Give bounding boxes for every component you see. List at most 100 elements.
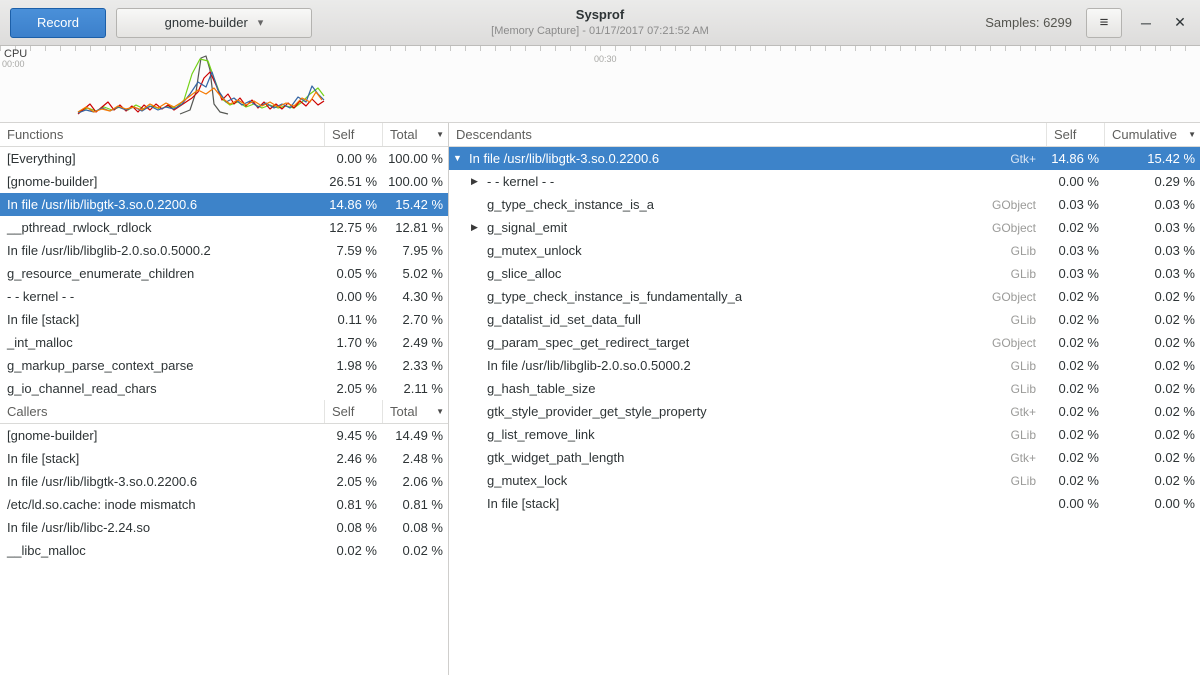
table-row[interactable]: g_resource_enumerate_children0.05 %5.02 … (0, 262, 448, 285)
tree-row[interactable]: ▶- - kernel - -0.00 %0.29 % (449, 170, 1200, 193)
descendant-name-cell: gtk_style_provider_get_style_property Gtk… (449, 404, 1046, 419)
process-selector[interactable]: gnome-builder ▾ (116, 8, 312, 38)
table-row[interactable]: In file /usr/lib/libgtk-3.so.0.2200.62.0… (0, 470, 448, 493)
function-name: gtk_style_provider_get_style_property (487, 404, 707, 419)
minimize-button[interactable]: ─ (1136, 15, 1156, 31)
expander-icon[interactable]: ▶ (471, 177, 487, 186)
cpu-graph-svg (0, 52, 1200, 122)
cumulative-percent: 0.02 % (1104, 450, 1200, 465)
header-bar: Record gnome-builder ▾ Sysprof [Memory C… (0, 0, 1200, 46)
self-percent: 14.86 % (324, 197, 382, 212)
tree-row[interactable]: g_mutex_lockGLib0.02 %0.02 % (449, 469, 1200, 492)
library-badge: GLib (1003, 428, 1046, 442)
descendant-name-cell: g_type_check_instance_is_fundamentally_a… (449, 289, 1046, 304)
column-header-total[interactable]: Total ▼ (382, 123, 448, 146)
column-header-total[interactable]: Total ▼ (382, 400, 448, 423)
function-name: In file /usr/lib/libgtk-3.so.0.2200.6 (0, 474, 324, 489)
descendant-name-cell: In file /usr/lib/libglib-2.0.so.0.5000.2… (449, 358, 1046, 373)
tree-row[interactable]: g_slice_allocGLib0.03 %0.03 % (449, 262, 1200, 285)
table-row[interactable]: [Everything]0.00 %100.00 % (0, 147, 448, 170)
total-percent: 0.81 % (382, 497, 448, 512)
sort-indicator-icon: ▼ (436, 131, 444, 139)
self-percent: 9.45 % (324, 428, 382, 443)
tree-row[interactable]: In file /usr/lib/libglib-2.0.so.0.5000.2… (449, 354, 1200, 377)
tree-row[interactable]: ▼In file /usr/lib/libgtk-3.so.0.2200.6Gt… (449, 147, 1200, 170)
table-row[interactable]: g_markup_parse_context_parse1.98 %2.33 % (0, 354, 448, 377)
self-percent: 1.98 % (324, 358, 382, 373)
function-name: g_list_remove_link (487, 427, 595, 442)
self-percent: 0.02 % (1046, 358, 1104, 373)
table-row[interactable]: [gnome-builder]9.45 %14.49 % (0, 424, 448, 447)
tree-row[interactable]: gtk_widget_path_lengthGtk+0.02 %0.02 % (449, 446, 1200, 469)
function-name: __libc_malloc (0, 543, 324, 558)
column-header-self[interactable]: Self (324, 123, 382, 146)
self-percent: 0.02 % (1046, 450, 1104, 465)
record-button[interactable]: Record (10, 8, 106, 38)
library-badge: Gtk+ (1002, 405, 1046, 419)
cumulative-percent: 0.02 % (1104, 312, 1200, 327)
sort-indicator-icon: ▼ (1188, 131, 1196, 139)
table-row[interactable]: __pthread_rwlock_rdlock12.75 %12.81 % (0, 216, 448, 239)
function-name: In file [stack] (487, 496, 559, 511)
table-row[interactable]: - - kernel - -0.00 %4.30 % (0, 285, 448, 308)
expander-icon[interactable]: ▶ (471, 223, 487, 232)
tree-row[interactable]: g_hash_table_sizeGLib0.02 %0.02 % (449, 377, 1200, 400)
window-title-block: Sysprof [Memory Capture] - 01/17/2017 07… (491, 7, 709, 38)
close-button[interactable]: ✕ (1170, 14, 1190, 31)
table-row[interactable]: __libc_malloc0.02 %0.02 % (0, 539, 448, 562)
descendant-name-cell: g_datalist_id_set_data_fullGLib (449, 312, 1046, 327)
descendant-name-cell: g_list_remove_link GLib (449, 427, 1046, 442)
total-percent: 2.33 % (382, 358, 448, 373)
tree-row[interactable]: gtk_style_provider_get_style_property Gtk… (449, 400, 1200, 423)
tree-row[interactable]: In file [stack]0.00 %0.00 % (449, 492, 1200, 515)
table-row[interactable]: _int_malloc1.70 %2.49 % (0, 331, 448, 354)
descendant-name-cell: g_type_check_instance_is_aGObject (449, 197, 1046, 212)
menu-button[interactable]: ≡ (1086, 8, 1122, 38)
self-percent: 0.02 % (1046, 220, 1104, 235)
tree-row[interactable]: g_datalist_id_set_data_fullGLib0.02 %0.0… (449, 308, 1200, 331)
table-row[interactable]: In file /usr/lib/libgtk-3.so.0.2200.614.… (0, 193, 448, 216)
table-row[interactable]: /etc/ld.so.cache: inode mismatch0.81 %0.… (0, 493, 448, 516)
tree-row[interactable]: g_list_remove_linkGLib0.02 %0.02 % (449, 423, 1200, 446)
table-row[interactable]: In file [stack]0.11 %2.70 % (0, 308, 448, 331)
tree-row[interactable]: g_type_check_instance_is_aGObject0.03 %0… (449, 193, 1200, 216)
samples-count: Samples: 6299 (985, 15, 1072, 30)
table-row[interactable]: In file [stack]2.46 %2.48 % (0, 447, 448, 470)
self-percent: 0.11 % (324, 312, 382, 327)
total-percent: 0.08 % (382, 520, 448, 535)
self-percent: 0.02 % (1046, 473, 1104, 488)
function-name: In file /usr/lib/libgtk-3.so.0.2200.6 (0, 197, 324, 212)
tree-row[interactable]: ▶g_signal_emitGObject0.02 %0.03 % (449, 216, 1200, 239)
left-panel: Functions Self Total ▼ [Everything]0.00 … (0, 123, 449, 675)
column-header-descendants[interactable]: Descendants (449, 123, 1046, 146)
function-name: g_slice_alloc (487, 266, 561, 281)
tree-row[interactable]: g_mutex_unlockGLib0.03 %0.03 % (449, 239, 1200, 262)
self-percent: 0.03 % (1046, 197, 1104, 212)
library-badge: GObject (984, 198, 1046, 212)
cumulative-percent: 0.00 % (1104, 496, 1200, 511)
tree-row[interactable]: g_param_spec_get_redirect_targetGObject0… (449, 331, 1200, 354)
column-header-callers[interactable]: Callers (0, 400, 324, 423)
total-percent: 12.81 % (382, 220, 448, 235)
total-percent: 7.95 % (382, 243, 448, 258)
function-name: __pthread_rwlock_rdlock (0, 220, 324, 235)
column-header-self[interactable]: Self (1046, 123, 1104, 146)
cpu-graph-area[interactable]: CPU 00:00 00:30 (0, 46, 1200, 123)
table-row[interactable]: g_io_channel_read_chars2.05 %2.11 % (0, 377, 448, 400)
library-badge: GLib (1003, 313, 1046, 327)
descendant-name-cell: g_mutex_lockGLib (449, 473, 1046, 488)
function-name: /etc/ld.so.cache: inode mismatch (0, 497, 324, 512)
table-row[interactable]: [gnome-builder]26.51 %100.00 % (0, 170, 448, 193)
self-percent: 0.05 % (324, 266, 382, 281)
table-row[interactable]: In file /usr/lib/libglib-2.0.so.0.5000.2… (0, 239, 448, 262)
self-percent: 0.81 % (324, 497, 382, 512)
table-row[interactable]: In file /usr/lib/libc-2.24.so0.08 %0.08 … (0, 516, 448, 539)
column-header-self[interactable]: Self (324, 400, 382, 423)
library-badge: GLib (1003, 267, 1046, 281)
column-header-cumulative[interactable]: Cumulative ▼ (1104, 123, 1200, 146)
cpu-orange-line (78, 88, 322, 112)
expander-icon[interactable]: ▼ (453, 154, 469, 163)
tree-row[interactable]: g_type_check_instance_is_fundamentally_a… (449, 285, 1200, 308)
column-header-functions[interactable]: Functions (0, 123, 324, 146)
library-badge: GLib (1003, 382, 1046, 396)
